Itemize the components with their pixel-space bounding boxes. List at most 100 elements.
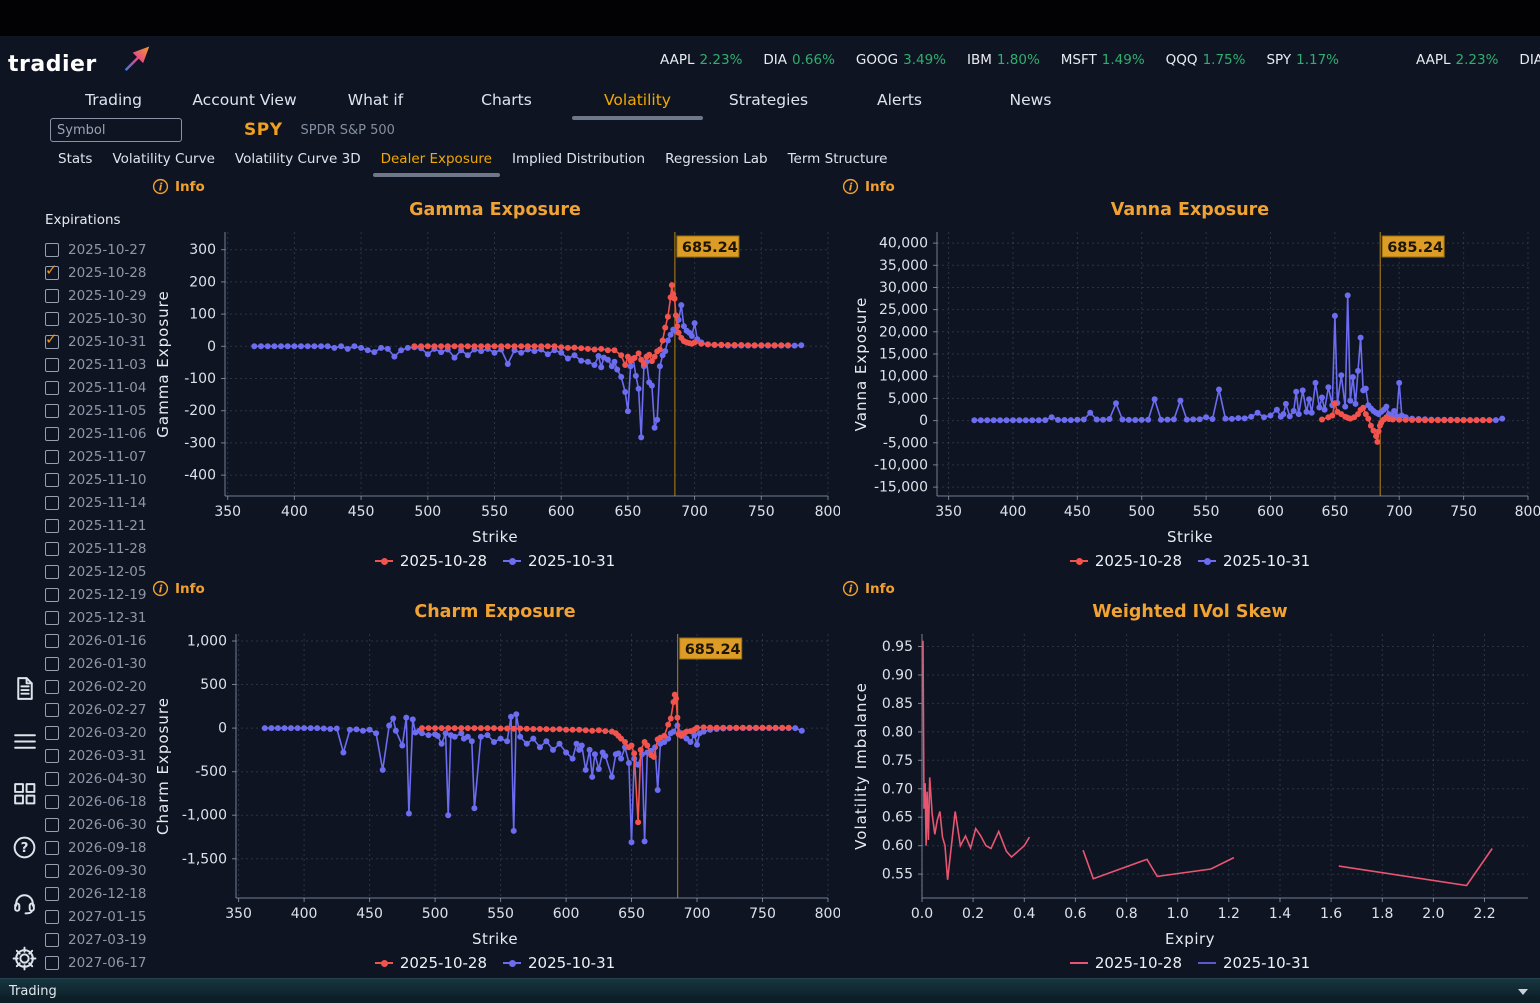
subtab-volatility-curve[interactable]: Volatility Curve	[104, 148, 222, 174]
info-button[interactable]: i Info	[152, 178, 205, 195]
status-bar-dropdown[interactable]: Trading	[0, 978, 1540, 1003]
tab-alerts[interactable]: Alerts	[834, 86, 965, 118]
tab-news[interactable]: News	[965, 86, 1096, 118]
tab-volatility[interactable]: Volatility	[572, 86, 703, 120]
grid-icon[interactable]	[11, 780, 38, 807]
ticker-item: IBM 1.80%	[967, 52, 1040, 68]
info-button[interactable]: i Info	[152, 580, 205, 597]
chart-plot-area[interactable]: 0.0 0.2 0.4 0.6 0.8 1.0 1.2 1.4 1.6 1.8 2.0 2.2 0.95…	[840, 628, 1540, 928]
legend-item[interactable]: 2025-10-31	[1198, 552, 1310, 570]
tab-account-view[interactable]: Account View	[179, 86, 310, 118]
legend-item[interactable]: 2025-10-31	[503, 552, 615, 570]
checkbox-unchecked[interactable]	[45, 909, 59, 924]
subtab-term-structure[interactable]: Term Structure	[780, 148, 896, 174]
active-symbol: SPY	[244, 120, 283, 140]
checkbox-unchecked[interactable]	[45, 817, 59, 832]
chart-plot-area[interactable]: 350 400 450 500 550 600 650 700 750 800 1,000 500 0 -…	[150, 628, 840, 928]
checkbox-unchecked[interactable]	[45, 840, 59, 855]
checkbox-unchecked[interactable]	[45, 472, 59, 487]
info-button[interactable]: i Info	[842, 580, 895, 597]
chevron-down-icon[interactable]	[1518, 989, 1528, 995]
checkbox-checked[interactable]	[45, 330, 59, 349]
svg-text:100: 100	[189, 307, 216, 323]
checkbox-checked[interactable]	[45, 261, 59, 280]
expiration-date-label: 2026-09-18	[68, 839, 147, 856]
tab-trading[interactable]: Trading	[48, 86, 179, 118]
svg-text:0: 0	[207, 339, 216, 355]
info-icon: i	[842, 580, 859, 597]
legend-item[interactable]: 2025-10-28	[1069, 954, 1182, 972]
checkbox-unchecked[interactable]	[45, 518, 59, 533]
svg-text:600: 600	[548, 504, 575, 520]
tab-what-if[interactable]: What if	[310, 86, 441, 118]
legend-item[interactable]: 2025-10-28	[1069, 552, 1182, 570]
legend-item[interactable]: 2025-10-28	[374, 954, 487, 972]
checkbox-unchecked[interactable]	[45, 541, 59, 556]
headset-icon[interactable]	[11, 889, 38, 916]
tab-charts[interactable]: Charts	[441, 86, 572, 118]
subtab-stats[interactable]: Stats	[50, 148, 100, 174]
ticker-change: 1.80%	[996, 52, 1040, 68]
legend-item[interactable]: 2025-10-31	[1198, 954, 1310, 972]
svg-text:-100: -100	[184, 371, 216, 387]
svg-text:500: 500	[200, 677, 227, 693]
checkbox-unchecked[interactable]	[45, 633, 59, 648]
chart-title: Charm Exposure	[414, 602, 576, 622]
checkbox-unchecked[interactable]	[45, 242, 59, 257]
expiration-date-label: 2026-04-30	[68, 770, 147, 787]
checkbox-unchecked[interactable]	[45, 748, 59, 763]
checkbox-unchecked[interactable]	[45, 679, 59, 694]
document-icon[interactable]	[11, 675, 38, 702]
symbol-input[interactable]	[50, 118, 182, 142]
svg-text:450: 450	[348, 504, 375, 520]
legend-dot-line-marker	[1198, 557, 1216, 565]
checkbox-unchecked[interactable]	[45, 564, 59, 579]
checkbox-unchecked[interactable]	[45, 311, 59, 326]
checkbox-unchecked[interactable]	[45, 886, 59, 901]
help-icon[interactable]: ?	[11, 834, 38, 861]
info-button[interactable]: i Info	[842, 178, 895, 195]
checkbox-unchecked[interactable]	[45, 380, 59, 395]
legend-item[interactable]: 2025-10-28	[374, 552, 487, 570]
chart-plot-area[interactable]: 350 400 450 500 550 600 650 700 750 800 300 200 100 0…	[150, 226, 840, 526]
checkbox-unchecked[interactable]	[45, 725, 59, 740]
ticker-symbol: AAPL	[660, 52, 695, 68]
checkbox-unchecked[interactable]	[45, 587, 59, 602]
expiration-date-label: 2025-12-31	[68, 609, 147, 626]
checkbox-unchecked[interactable]	[45, 771, 59, 786]
checkbox-unchecked[interactable]	[45, 955, 59, 970]
checkbox-unchecked[interactable]	[45, 403, 59, 418]
svg-text:0.60: 0.60	[882, 838, 913, 854]
checkbox-unchecked[interactable]	[45, 288, 59, 303]
checkbox-unchecked[interactable]	[45, 495, 59, 510]
expiration-date-label: 2026-03-20	[68, 724, 147, 741]
checkbox-unchecked[interactable]	[45, 932, 59, 947]
tradier-logo[interactable]: tradier	[8, 40, 168, 84]
subtab-implied-distribution[interactable]: Implied Distribution	[504, 148, 653, 174]
settings-icon[interactable]	[11, 945, 38, 972]
checkbox-unchecked[interactable]	[45, 426, 59, 441]
legend-label: 2025-10-31	[1223, 954, 1311, 972]
svg-text:0.8: 0.8	[1115, 906, 1137, 922]
svg-text:-200: -200	[184, 403, 216, 419]
checkbox-unchecked[interactable]	[45, 702, 59, 717]
checkbox-unchecked[interactable]	[45, 794, 59, 809]
info-label: Info	[865, 580, 895, 597]
checkbox-unchecked[interactable]	[45, 610, 59, 625]
subtab-volatility-curve-3d[interactable]: Volatility Curve 3D	[227, 148, 369, 174]
checkbox-unchecked[interactable]	[45, 863, 59, 878]
svg-text:750: 750	[1450, 504, 1477, 520]
chart-plot-area[interactable]: 350 400 450 500 550 600 650 700 750 800 40,000 35,0…	[840, 226, 1540, 526]
tab-strategies[interactable]: Strategies	[703, 86, 834, 118]
svg-text:-500: -500	[195, 764, 227, 780]
svg-text:400: 400	[281, 504, 308, 520]
menu-icon[interactable]	[11, 728, 38, 755]
symbol-bar: SPY SPDR S&P 500	[50, 117, 395, 143]
checkbox-unchecked[interactable]	[45, 656, 59, 671]
checkbox-unchecked[interactable]	[45, 357, 59, 372]
checkbox-unchecked[interactable]	[45, 449, 59, 464]
subtab-dealer-exposure[interactable]: Dealer Exposure	[372, 148, 501, 177]
subtab-regression-lab[interactable]: Regression Lab	[657, 148, 776, 174]
legend-item[interactable]: 2025-10-31	[503, 954, 615, 972]
svg-text:1,000: 1,000	[187, 634, 227, 650]
